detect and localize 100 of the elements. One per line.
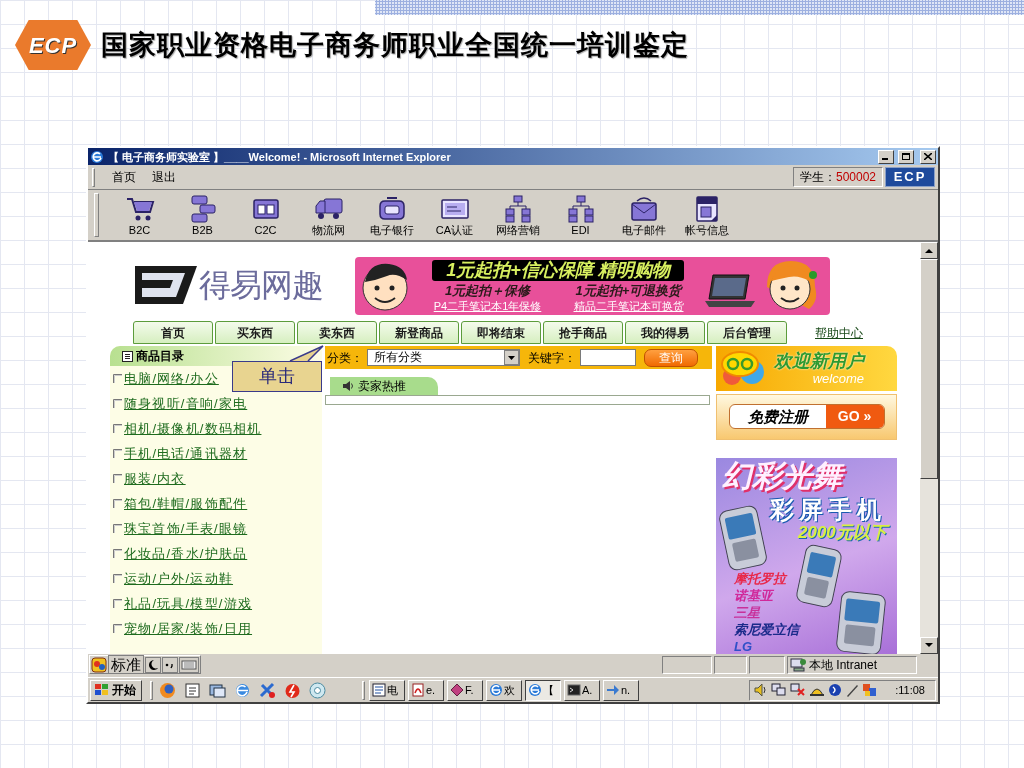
section-tab[interactable]: 卖家热推 <box>330 377 438 395</box>
status-pane <box>714 655 747 674</box>
scroll-up-button[interactable] <box>920 242 938 259</box>
taskbar-button[interactable]: F. <box>447 679 483 701</box>
checkbox-icon <box>113 624 122 633</box>
toolbar-button[interactable]: C2C <box>234 193 297 238</box>
category-link[interactable]: 珠宝首饰/手表/眼镜 <box>124 518 248 539</box>
punctuation-icon[interactable] <box>162 656 178 673</box>
purse-icon <box>376 195 407 223</box>
disc-icon[interactable] <box>309 681 326 699</box>
checkbox-icon <box>113 399 122 408</box>
scroll-down-button[interactable] <box>920 637 938 654</box>
network-error-icon[interactable] <box>790 683 807 697</box>
category-link[interactable]: 电脑/网络/办公 <box>124 368 219 389</box>
scrollbar-thumb[interactable] <box>920 259 938 479</box>
toolbar-button[interactable]: 网络营销 <box>486 193 549 238</box>
browser-icon <box>489 683 503 697</box>
diamond-icon <box>450 683 464 697</box>
nav-tab[interactable]: 我的得易 <box>625 321 705 344</box>
computers-icon[interactable] <box>771 683 788 697</box>
checkbox-icon <box>113 574 122 583</box>
nav-tab[interactable]: 抢手商品 <box>543 321 623 344</box>
orb-icon[interactable] <box>159 681 176 699</box>
toolbar-button[interactable]: B2C <box>108 193 171 238</box>
checkbox-icon <box>113 374 122 383</box>
toolbar-button[interactable]: 物流网 <box>297 193 360 238</box>
browser-icon[interactable] <box>234 681 251 699</box>
toolbar-button[interactable]: 帐号信息 <box>675 193 738 238</box>
close-button[interactable] <box>920 149 936 164</box>
category-link[interactable]: 箱包/鞋帽/服饰配件 <box>124 493 248 514</box>
maximize-button[interactable] <box>898 149 914 164</box>
squares-icon[interactable] <box>862 683 879 697</box>
category-link[interactable]: 宠物/居家/装饰/日用 <box>124 618 253 639</box>
start-button[interactable]: 开始 <box>90 679 142 701</box>
offer-title: 1元起拍+可退换货 <box>575 281 682 299</box>
slide-logo: ECP <box>15 20 91 70</box>
zone-label: 本地 Intranet <box>809 656 878 674</box>
nav-tab[interactable]: 卖东西 <box>297 321 377 344</box>
category-link[interactable]: 化妆品/香水/护肤品 <box>124 543 248 564</box>
taskbar-button[interactable]: e. <box>408 679 444 701</box>
checkbox-icon <box>113 524 122 533</box>
taskbar-button[interactable]: 电 <box>369 679 405 701</box>
toolbar-button[interactable]: 电子邮件 <box>612 193 675 238</box>
toolbar-button[interactable]: 电子银行 <box>360 193 423 238</box>
student-id: 500002 <box>835 169 876 186</box>
cross-icon[interactable] <box>259 681 276 699</box>
toolbar-button[interactable]: EDI <box>549 193 612 238</box>
notepad-icon[interactable] <box>184 681 201 699</box>
circle-icon[interactable] <box>828 683 843 697</box>
ad-brand: 诺基亚 <box>734 586 775 604</box>
toolbar-button[interactable]: B2B <box>171 193 234 238</box>
clock: :11:08 <box>895 682 925 698</box>
status-pane <box>662 655 712 674</box>
windows-icon[interactable] <box>209 681 226 699</box>
category-link[interactable]: 运动/户外/运动鞋 <box>124 568 234 589</box>
ad-brand: LG <box>734 637 754 654</box>
checkbox-icon <box>113 449 122 458</box>
pen-icon[interactable] <box>845 683 860 697</box>
moon-icon[interactable] <box>145 656 161 673</box>
category-select[interactable]: 所有分类 <box>367 349 520 366</box>
taskbar-button[interactable]: A. <box>564 679 600 701</box>
category-link[interactable]: 服装/内衣 <box>124 468 186 489</box>
offer-title: 1元起拍＋保修 <box>444 281 531 299</box>
input-mode-button[interactable]: 标准 <box>108 655 144 674</box>
banner-headline: 1元起拍+信心保障 精明购物 <box>432 259 684 281</box>
speaker-icon[interactable] <box>754 683 769 697</box>
nav-tab[interactable]: 后台管理 <box>707 321 787 344</box>
minimize-button[interactable] <box>878 149 894 164</box>
browser-icon <box>528 683 542 697</box>
help-link[interactable]: 帮助中心 <box>815 323 863 342</box>
category-link[interactable]: 礼品/玩具/模型/游戏 <box>124 593 253 614</box>
keyword-label: 关键字： <box>528 349 576 367</box>
document-icon <box>372 683 386 697</box>
slide-title: 国家职业资格电子商务师职业全国统一培训鉴定 <box>101 29 689 61</box>
checkbox-icon <box>113 599 122 608</box>
toolbar-button[interactable]: CA认证 <box>423 193 486 238</box>
brand-logo: ECP <box>885 167 935 187</box>
checkbox-icon <box>113 424 122 433</box>
nav-tab[interactable]: 新登商品 <box>379 321 459 344</box>
menu-item[interactable]: 退出 <box>144 169 184 185</box>
menu-item[interactable]: 首页 <box>104 169 144 185</box>
category-link[interactable]: 相机/摄像机/数码相机 <box>124 418 262 439</box>
list-icon <box>122 350 133 362</box>
category-link[interactable]: 手机/电话/通讯器材 <box>124 443 248 464</box>
keyword-field[interactable] <box>580 349 636 366</box>
nav-tab[interactable]: 即将结束 <box>461 321 541 344</box>
nav-tab[interactable]: 买东西 <box>215 321 295 344</box>
checkbox-icon <box>113 474 122 483</box>
welcome-title: 欢迎新用户 <box>774 350 864 371</box>
nav-tab[interactable]: 首页 <box>133 321 213 344</box>
category-link[interactable]: 随身视听/音响/家电 <box>124 393 248 414</box>
taskbar-button[interactable]: 欢 <box>486 679 522 701</box>
register-button[interactable]: 免费注册 GO » <box>728 404 885 430</box>
page-icon <box>411 683 425 697</box>
down-arrow-icon <box>925 643 933 648</box>
ime-icon[interactable] <box>91 656 107 673</box>
envelope-icon <box>628 195 659 223</box>
taskbar-button[interactable]: n. <box>603 679 639 701</box>
lightning-icon[interactable] <box>284 681 301 699</box>
taskbar-button[interactable]: 【 <box>525 679 561 701</box>
